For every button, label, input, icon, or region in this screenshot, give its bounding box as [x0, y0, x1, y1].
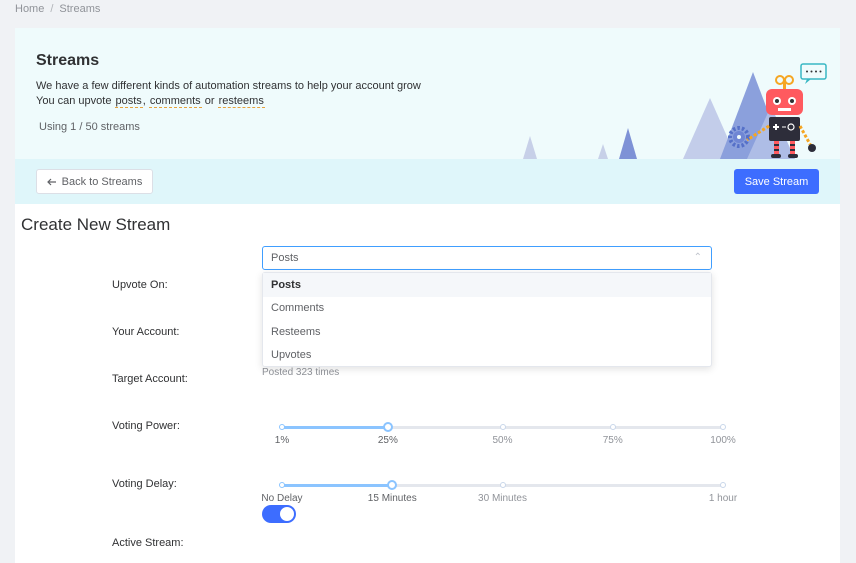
voting-power-mark-label: 25%	[377, 435, 398, 446]
voting-power-mark-label: 1%	[274, 435, 290, 446]
voting-power-mark-label: 75%	[602, 435, 623, 446]
robot-illustration	[523, 63, 827, 159]
arrow-left-icon	[46, 178, 56, 185]
breadcrumb: Home / Streams	[15, 3, 101, 15]
voting-power-handle[interactable]	[382, 422, 393, 432]
form-title: Create New Stream	[21, 215, 171, 234]
option-resteems[interactable]: Resteems	[263, 320, 711, 344]
target-account-label: Target Account:	[112, 373, 188, 385]
voting-delay-stop-dot[interactable]	[720, 482, 726, 488]
hero-description: We have a few different kinds of automat…	[36, 80, 421, 108]
chevron-up-icon: ⌃	[693, 252, 702, 263]
upvote-on-select[interactable]: Posts ⌃	[262, 246, 712, 270]
option-upvotes[interactable]: Upvotes	[263, 344, 711, 368]
voting-power-label: Voting Power:	[112, 420, 180, 432]
resteems-link[interactable]: resteems	[217, 95, 265, 108]
voting-delay-mark-label: 15 Minutes	[367, 493, 417, 504]
back-to-streams-button[interactable]: Back to Streams	[36, 169, 153, 194]
page-title: Streams	[36, 52, 100, 69]
active-stream-label: Active Stream:	[112, 537, 184, 549]
voting-delay-handle[interactable]	[387, 480, 398, 490]
voting-delay-mark-label: 30 Minutes	[478, 493, 527, 504]
voting-delay-slider[interactable]	[279, 475, 726, 495]
voting-delay-mark-label: 1 hour	[708, 493, 738, 504]
action-toolbar: Back to Streams Save Stream	[15, 159, 840, 204]
upvote-on-dropdown: Posts Comments Resteems Upvotes	[262, 272, 712, 367]
breadcrumb-current: Streams	[59, 3, 101, 15]
option-posts[interactable]: Posts	[263, 273, 711, 297]
voting-delay-fill	[282, 484, 393, 487]
save-stream-button[interactable]: Save Stream	[734, 169, 819, 194]
active-stream-toggle[interactable]	[262, 505, 296, 523]
comments-link[interactable]: comments	[148, 95, 202, 108]
breadcrumb-home[interactable]: Home	[15, 3, 44, 15]
voting-power-fill	[282, 426, 388, 429]
hero-banner: Streams We have a few different kinds of…	[15, 28, 840, 159]
voting-delay-stop-dot[interactable]	[499, 482, 506, 488]
voting-power-mark-label: 100%	[710, 435, 736, 446]
voting-delay-mark-label: No Delay	[261, 493, 303, 504]
posts-link[interactable]: posts	[114, 95, 143, 108]
voting-delay-label: Voting Delay:	[112, 478, 177, 490]
upvote-on-label: Upvote On:	[112, 279, 168, 291]
voting-power-stop-dot[interactable]	[279, 424, 285, 430]
voting-delay-stop-dot[interactable]	[279, 482, 285, 488]
voting-power-stop-dot[interactable]	[609, 424, 616, 430]
voting-power-slider[interactable]	[279, 417, 726, 437]
target-account-hint: Posted 323 times	[262, 367, 340, 378]
toggle-knob	[280, 507, 294, 521]
voting-power-stop-dot[interactable]	[720, 424, 726, 430]
voting-power-mark-label: 50%	[492, 435, 513, 446]
voting-power-stop-dot[interactable]	[499, 424, 506, 430]
stream-usage: Using 1 / 50 streams	[39, 121, 140, 133]
option-comments[interactable]: Comments	[263, 297, 711, 321]
your-account-label: Your Account:	[112, 326, 180, 338]
